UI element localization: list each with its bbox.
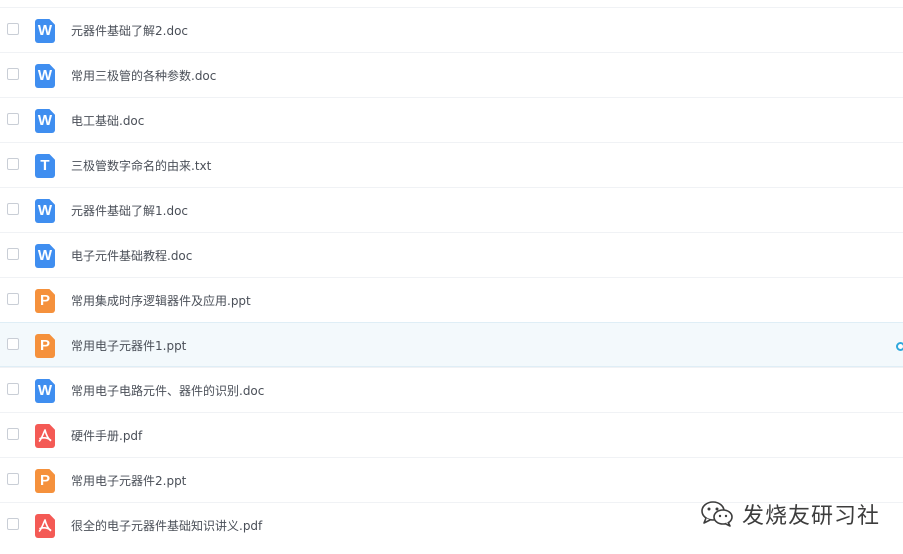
scroll-handle-dot[interactable]	[896, 342, 903, 351]
file-row-hovered[interactable]: P 常用电子元器件1.ppt	[0, 322, 903, 367]
pdf-file-icon	[35, 514, 55, 538]
word-file-icon: W	[35, 19, 55, 43]
row-checkbox[interactable]	[7, 338, 19, 350]
row-checkbox[interactable]	[7, 113, 19, 125]
word-file-icon: W	[35, 379, 55, 403]
word-file-icon: W	[35, 244, 55, 268]
file-name[interactable]: 常用电子元器件2.ppt	[71, 472, 186, 489]
row-checkbox[interactable]	[7, 293, 19, 305]
watermark-text: 发烧友研习社	[742, 504, 881, 529]
row-checkbox[interactable]	[7, 428, 19, 440]
file-row[interactable]: W 常用电子电路元件、器件的识别.doc	[0, 367, 903, 412]
file-name[interactable]: 常用电子电路元件、器件的识别.doc	[71, 382, 264, 399]
file-row[interactable]: P 常用集成时序逻辑器件及应用.ppt	[0, 277, 903, 322]
file-name[interactable]: 硬件手册.pdf	[71, 427, 142, 444]
ppt-file-icon: P	[35, 289, 55, 313]
wechat-icon	[701, 501, 733, 527]
file-row[interactable]: W 电工基础.doc	[0, 97, 903, 142]
row-checkbox[interactable]	[7, 473, 19, 485]
file-row[interactable]: 硬件手册.pdf	[0, 412, 903, 457]
file-row[interactable]: T 三极管数字命名的由来.txt	[0, 142, 903, 187]
row-checkbox[interactable]	[7, 248, 19, 260]
watermark: 发烧友研习社	[700, 499, 880, 529]
row-checkbox[interactable]	[7, 383, 19, 395]
row-checkbox[interactable]	[7, 203, 19, 215]
row-checkbox[interactable]	[7, 23, 19, 35]
file-row[interactable]: W 电子元件基础教程.doc	[0, 232, 903, 277]
file-list: W 元器件基础了解2.doc W 常用三极管的各种参数.doc W 电工基础.d…	[0, 7, 903, 547]
word-file-icon: W	[35, 109, 55, 133]
file-row[interactable]: W 常用三极管的各种参数.doc	[0, 52, 903, 97]
file-name[interactable]: 常用集成时序逻辑器件及应用.ppt	[71, 292, 251, 309]
ppt-file-icon: P	[35, 334, 55, 358]
pdf-glyph-icon	[38, 429, 52, 442]
file-name[interactable]: 元器件基础了解2.doc	[71, 22, 188, 39]
file-row[interactable]: P 常用电子元器件2.ppt	[0, 457, 903, 502]
pdf-file-icon	[35, 424, 55, 448]
word-file-icon: W	[35, 199, 55, 223]
file-name[interactable]: 常用三极管的各种参数.doc	[71, 67, 216, 84]
word-file-icon: W	[35, 64, 55, 88]
file-name[interactable]: 电子元件基础教程.doc	[71, 247, 192, 264]
row-checkbox[interactable]	[7, 68, 19, 80]
row-checkbox[interactable]	[7, 518, 19, 530]
text-file-icon: T	[35, 154, 55, 178]
file-name[interactable]: 很全的电子元器件基础知识讲义.pdf	[71, 517, 262, 534]
row-checkbox[interactable]	[7, 158, 19, 170]
file-name[interactable]: 常用电子元器件1.ppt	[71, 337, 186, 354]
file-row[interactable]: W 元器件基础了解1.doc	[0, 187, 903, 232]
file-name[interactable]: 电工基础.doc	[71, 112, 144, 129]
pdf-glyph-icon	[38, 519, 52, 532]
file-row[interactable]: W 元器件基础了解2.doc	[0, 7, 903, 52]
file-name[interactable]: 三极管数字命名的由来.txt	[71, 157, 211, 174]
file-name[interactable]: 元器件基础了解1.doc	[71, 202, 188, 219]
ppt-file-icon: P	[35, 469, 55, 493]
